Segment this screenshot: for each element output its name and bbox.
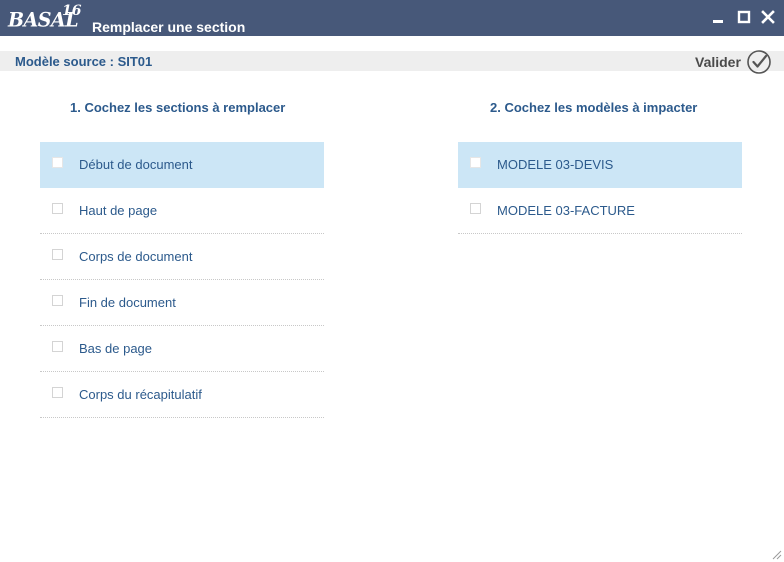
minimize-icon — [713, 20, 723, 23]
source-model-label: Modèle source : SIT01 — [15, 54, 153, 69]
model-item[interactable]: MODELE 03-FACTURE — [458, 188, 742, 234]
replace-section-window: BASAL 16 Remplacer une section Modèle so… — [0, 0, 784, 562]
model-checkbox[interactable] — [470, 157, 481, 168]
model-label: MODELE 03-FACTURE — [497, 203, 635, 218]
window-title: Remplacer une section — [92, 19, 246, 35]
maximize-button[interactable] — [735, 8, 753, 26]
section-item[interactable]: Début de document — [40, 142, 324, 188]
model-item[interactable]: MODELE 03-DEVIS — [458, 142, 742, 188]
checkmark-circle-icon — [747, 50, 771, 74]
section-checkbox[interactable] — [52, 295, 63, 306]
model-checkbox[interactable] — [470, 203, 481, 214]
sections-column-title: 1. Cochez les sections à remplacer — [70, 100, 286, 115]
section-label: Corps du récapitulatif — [79, 387, 202, 402]
section-checkbox[interactable] — [52, 249, 63, 260]
models-list: MODELE 03-DEVIS MODELE 03-FACTURE — [458, 142, 742, 234]
close-button[interactable] — [759, 8, 777, 26]
section-label: Corps de document — [79, 249, 193, 264]
section-checkbox[interactable] — [52, 157, 63, 168]
resize-grip-icon[interactable] — [770, 548, 782, 560]
section-checkbox[interactable] — [52, 203, 63, 214]
section-item[interactable]: Haut de page — [40, 188, 324, 234]
minimize-button[interactable] — [709, 8, 727, 26]
section-checkbox[interactable] — [52, 387, 63, 398]
section-checkbox[interactable] — [52, 341, 63, 352]
section-item[interactable]: Corps du récapitulatif — [40, 372, 324, 418]
validate-label: Valider — [695, 54, 741, 70]
app-logo: BASAL 16 — [8, 3, 81, 35]
sections-list: Début de document Haut de page Corps de … — [40, 142, 324, 418]
section-label: Haut de page — [79, 203, 158, 218]
section-label: Fin de document — [79, 295, 176, 310]
logo-version: 16 — [62, 3, 82, 19]
model-label: MODELE 03-DEVIS — [497, 157, 614, 172]
section-label: Bas de page — [79, 341, 153, 356]
title-bar[interactable]: BASAL 16 Remplacer une section — [0, 0, 784, 36]
section-item[interactable]: Corps de document — [40, 234, 324, 280]
close-icon — [761, 10, 775, 24]
section-item[interactable]: Fin de document — [40, 280, 324, 326]
maximize-icon — [737, 10, 751, 24]
section-item[interactable]: Bas de page — [40, 326, 324, 372]
models-column-title: 2. Cochez les modèles à impacter — [490, 100, 698, 115]
section-label: Début de document — [79, 157, 193, 172]
